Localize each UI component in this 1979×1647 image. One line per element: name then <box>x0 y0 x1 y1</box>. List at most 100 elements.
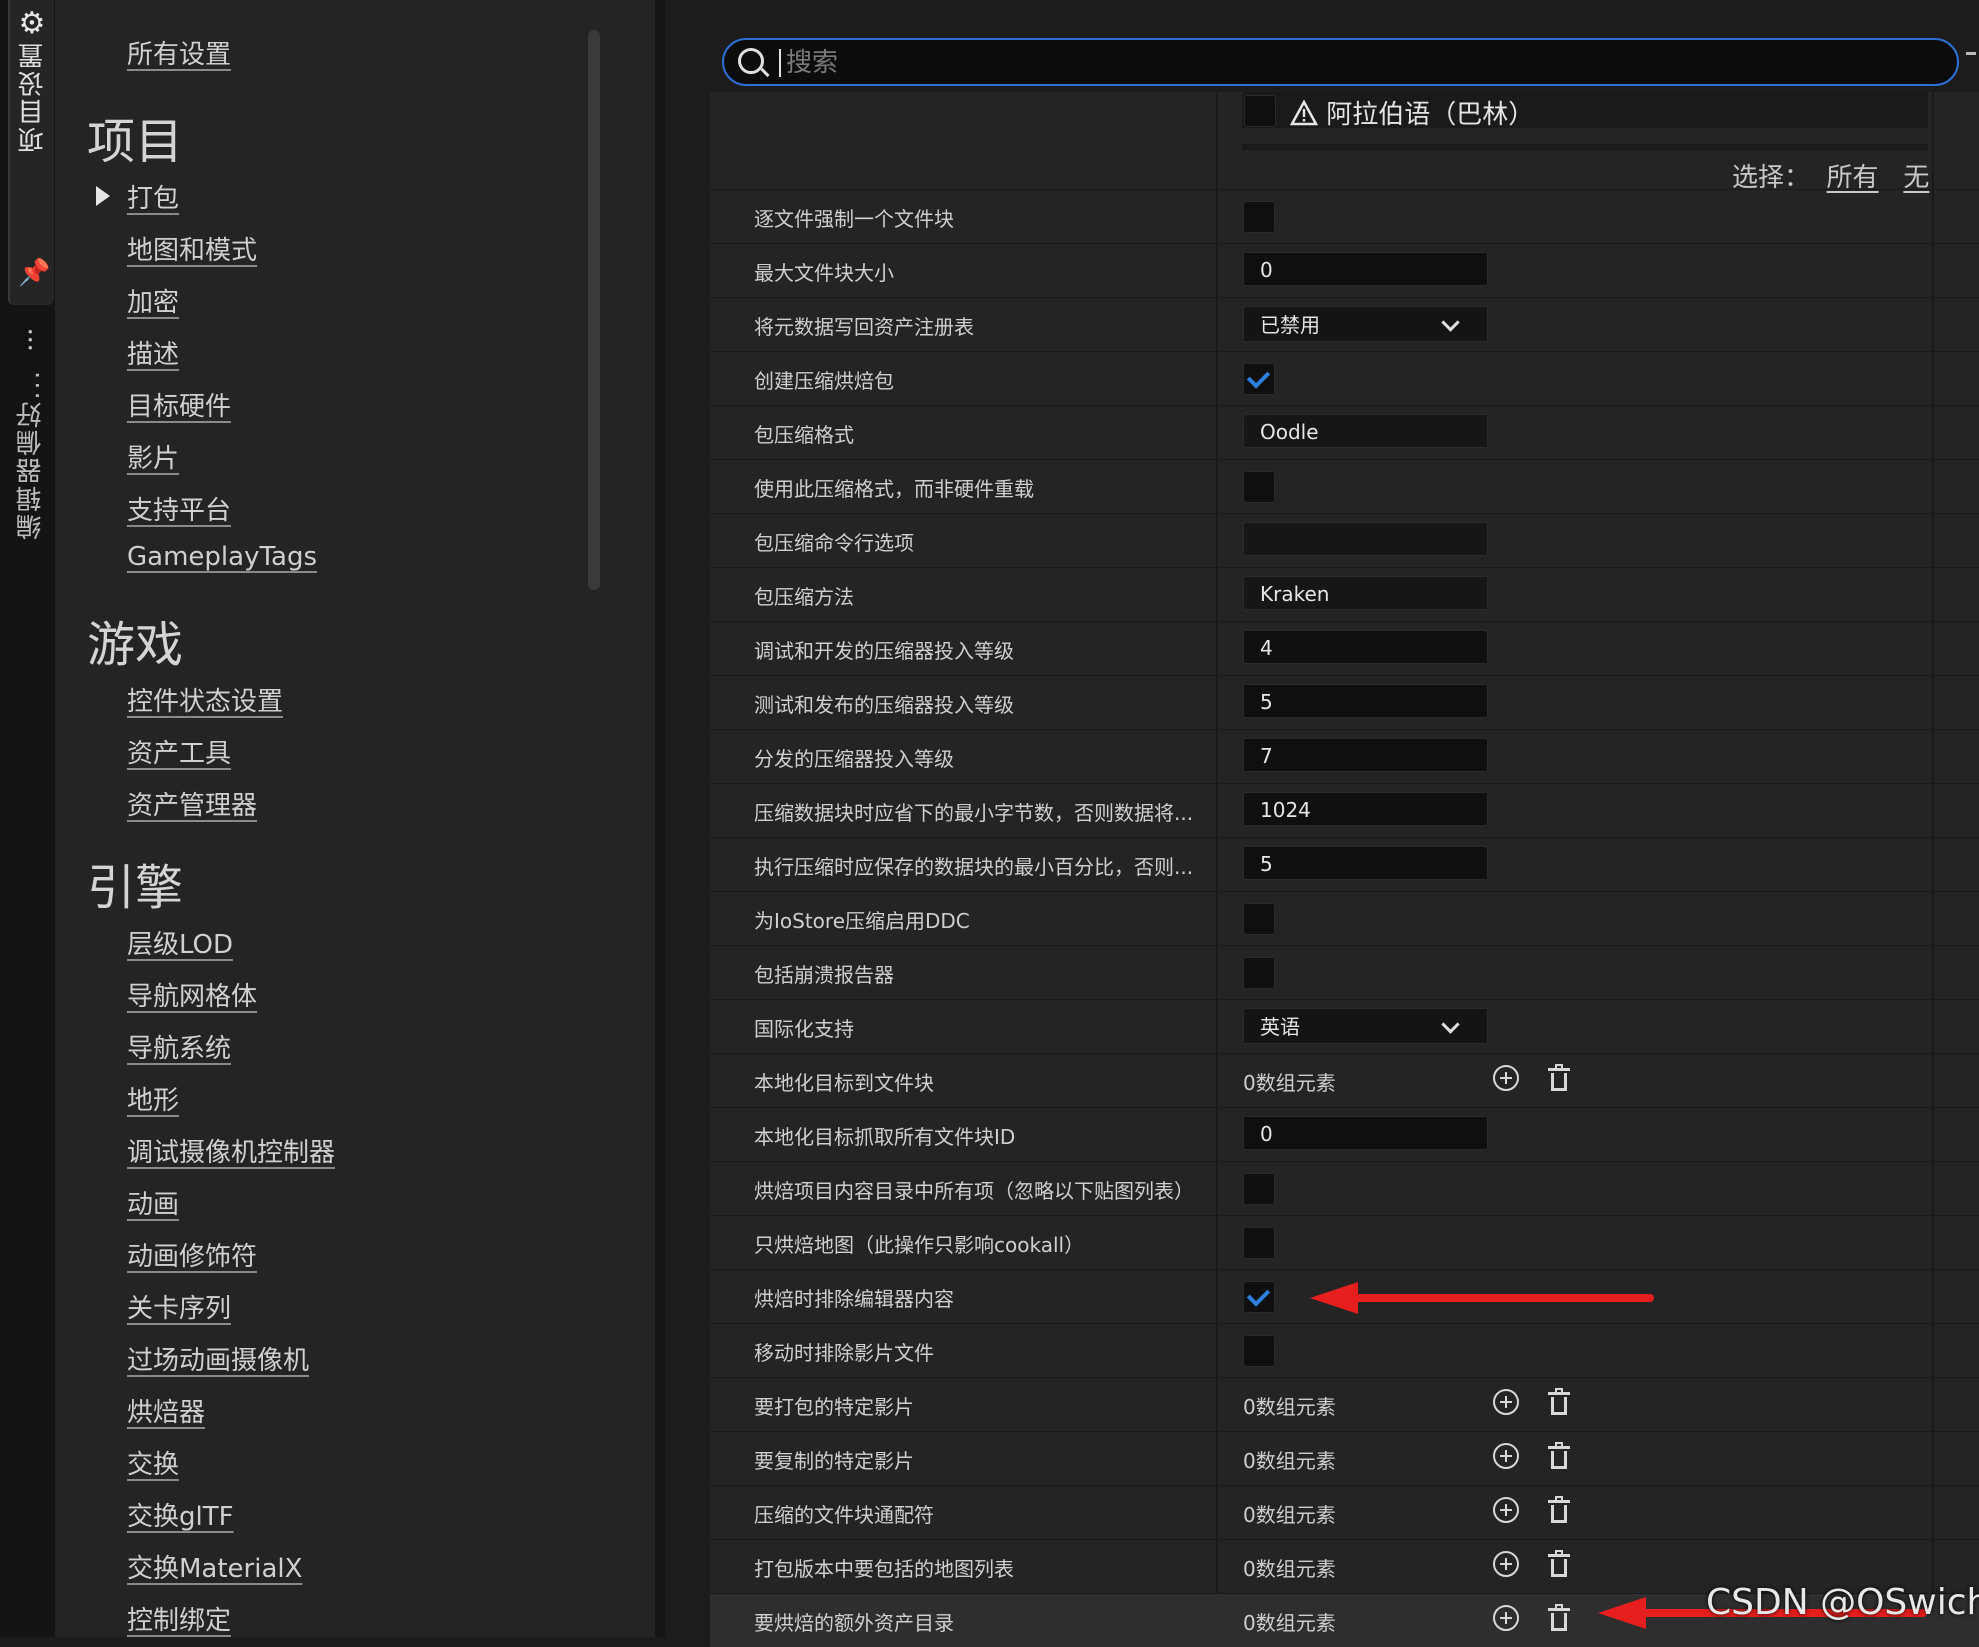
nav-item[interactable]: 交换glTF <box>127 1496 234 1533</box>
number-field[interactable]: 5 <box>1243 846 1488 880</box>
side-tab-strip: ⚙ 项目设置 📌 ⫶ 编辑器偏好... <box>0 0 55 1637</box>
property-checkbox[interactable] <box>1243 201 1275 233</box>
add-element-icon[interactable] <box>1493 1497 1519 1523</box>
nav-item[interactable]: 层级LOD <box>127 924 233 961</box>
watermark: CSDN @OSwich <box>1706 1582 1979 1623</box>
pin-icon[interactable]: 📌 <box>18 258 50 288</box>
nav-item[interactable]: 加密 <box>127 282 179 319</box>
add-element-icon[interactable] <box>1493 1389 1519 1415</box>
text-field[interactable]: Kraken <box>1243 576 1488 610</box>
language-checkbox[interactable] <box>1244 95 1276 127</box>
property-dropdown[interactable]: 已禁用 <box>1243 306 1488 342</box>
array-count: 0数组元素 <box>1243 1557 1336 1581</box>
number-field[interactable]: 0 <box>1243 1116 1488 1150</box>
language-list-scrollbar[interactable] <box>1242 144 1928 150</box>
nav-item[interactable]: 调试摄像机控制器 <box>127 1132 335 1169</box>
property-checkbox[interactable] <box>1243 1281 1275 1313</box>
property-row: 包压缩格式 Oodle <box>710 405 1979 459</box>
language-label: 阿拉伯语（巴林） <box>1289 94 1534 131</box>
search-box[interactable] <box>722 38 1959 86</box>
number-field[interactable]: 5 <box>1243 684 1488 718</box>
checkmark-icon <box>1246 365 1271 389</box>
property-checkbox[interactable] <box>1243 471 1275 503</box>
number-field[interactable]: 0 <box>1243 252 1488 286</box>
panel-splitter[interactable] <box>655 0 665 1637</box>
search-input[interactable] <box>784 44 1888 82</box>
property-row: 要打包的特定影片 0数组元素 <box>710 1377 1979 1431</box>
property-checkbox[interactable] <box>1243 957 1275 989</box>
property-label: 分发的压缩器投入等级 <box>754 747 954 771</box>
property-row: 本地化目标到文件块 0数组元素 <box>710 1053 1979 1107</box>
text-field[interactable] <box>1243 522 1488 556</box>
search-options-icon[interactable] <box>1966 52 1976 55</box>
dropdown-value: 已禁用 <box>1260 313 1320 337</box>
chevron-down-icon <box>1441 313 1460 332</box>
tab-project-settings-label: 项目设置 <box>17 41 48 153</box>
text-caret <box>779 49 781 77</box>
property-checkbox[interactable] <box>1243 1173 1275 1205</box>
nav-item[interactable]: 关卡序列 <box>127 1288 231 1325</box>
nav-item[interactable]: 描述 <box>127 334 179 371</box>
property-label: 调试和开发的压缩器投入等级 <box>754 639 1014 663</box>
expand-arrow-icon[interactable] <box>96 186 110 206</box>
property-row: 国际化支持 英语 <box>710 999 1979 1053</box>
nav-item[interactable]: 控制绑定 <box>127 1600 231 1637</box>
property-label: 只烘焙地图（此操作只影响cookall） <box>754 1233 1085 1257</box>
tab-editor-preferences-label: 编辑器偏好... <box>15 369 46 540</box>
nav-item[interactable]: 交换 <box>127 1444 179 1481</box>
nav-item[interactable]: 资产管理器 <box>127 785 257 822</box>
nav-item[interactable]: 导航系统 <box>127 1028 231 1065</box>
search-icon <box>738 48 764 74</box>
nav-item[interactable]: 导航网格体 <box>127 976 257 1013</box>
property-label: 要烘焙的额外资产目录 <box>754 1611 954 1635</box>
trash-icon[interactable] <box>1548 1550 1570 1578</box>
property-row: 使用此压缩格式，而非硬件重载 <box>710 459 1979 513</box>
property-label: 压缩数据块时应省下的最小字节数，否则数据将... <box>754 801 1194 825</box>
nav-item[interactable]: 影片 <box>127 438 179 475</box>
property-label: 将元数据写回资产注册表 <box>754 315 974 339</box>
property-label: 逐文件强制一个文件块 <box>754 207 954 231</box>
property-checkbox[interactable] <box>1243 363 1275 395</box>
warning-icon <box>1289 99 1319 126</box>
annotation-arrow <box>1310 1282 1654 1314</box>
number-field[interactable]: 1024 <box>1243 792 1488 826</box>
nav-item[interactable]: 过场动画摄像机 <box>127 1340 309 1377</box>
array-count: 0数组元素 <box>1243 1449 1336 1473</box>
nav-item[interactable]: 资产工具 <box>127 733 231 770</box>
nav-item-all-settings[interactable]: 所有设置 <box>127 34 231 71</box>
add-element-icon[interactable] <box>1493 1551 1519 1577</box>
property-checkbox[interactable] <box>1243 1335 1275 1367</box>
number-field[interactable]: 7 <box>1243 738 1488 772</box>
nav-item[interactable]: 支持平台 <box>127 490 231 527</box>
property-row: 最大文件块大小 0 <box>710 243 1979 297</box>
property-row: 创建压缩烘焙包 <box>710 351 1979 405</box>
nav-item[interactable]: 动画修饰符 <box>127 1236 257 1273</box>
property-checkbox[interactable] <box>1243 903 1275 935</box>
trash-icon[interactable] <box>1548 1442 1570 1470</box>
text-field[interactable]: Oodle <box>1243 414 1488 448</box>
nav-item[interactable]: 目标硬件 <box>127 386 231 423</box>
nav-item[interactable]: 地图和模式 <box>127 230 257 267</box>
nav-scrollbar[interactable] <box>588 30 600 590</box>
add-element-icon[interactable] <box>1493 1443 1519 1469</box>
nav-item[interactable]: 控件状态设置 <box>127 681 283 718</box>
trash-icon[interactable] <box>1548 1388 1570 1416</box>
array-count: 0数组元素 <box>1243 1611 1336 1635</box>
property-checkbox[interactable] <box>1243 1227 1275 1259</box>
property-dropdown[interactable]: 英语 <box>1243 1008 1488 1044</box>
nav-item[interactable]: 烘焙器 <box>127 1392 205 1429</box>
nav-item[interactable]: 打包 <box>127 178 179 215</box>
add-element-icon[interactable] <box>1493 1605 1519 1631</box>
add-element-icon[interactable] <box>1493 1065 1519 1091</box>
number-field[interactable]: 4 <box>1243 630 1488 664</box>
trash-icon[interactable] <box>1548 1496 1570 1524</box>
tab-editor-preferences[interactable]: ⫶ 编辑器偏好... <box>8 325 52 575</box>
trash-icon[interactable] <box>1548 1604 1570 1632</box>
nav-item[interactable]: 交换MaterialX <box>127 1548 302 1585</box>
nav-item[interactable]: GameplayTags <box>127 542 317 572</box>
nav-item[interactable]: 地形 <box>127 1080 179 1117</box>
trash-icon[interactable] <box>1548 1064 1570 1092</box>
property-label: 测试和发布的压缩器投入等级 <box>754 693 1014 717</box>
nav-item[interactable]: 动画 <box>127 1184 179 1221</box>
property-label: 烘焙时排除编辑器内容 <box>754 1287 954 1311</box>
